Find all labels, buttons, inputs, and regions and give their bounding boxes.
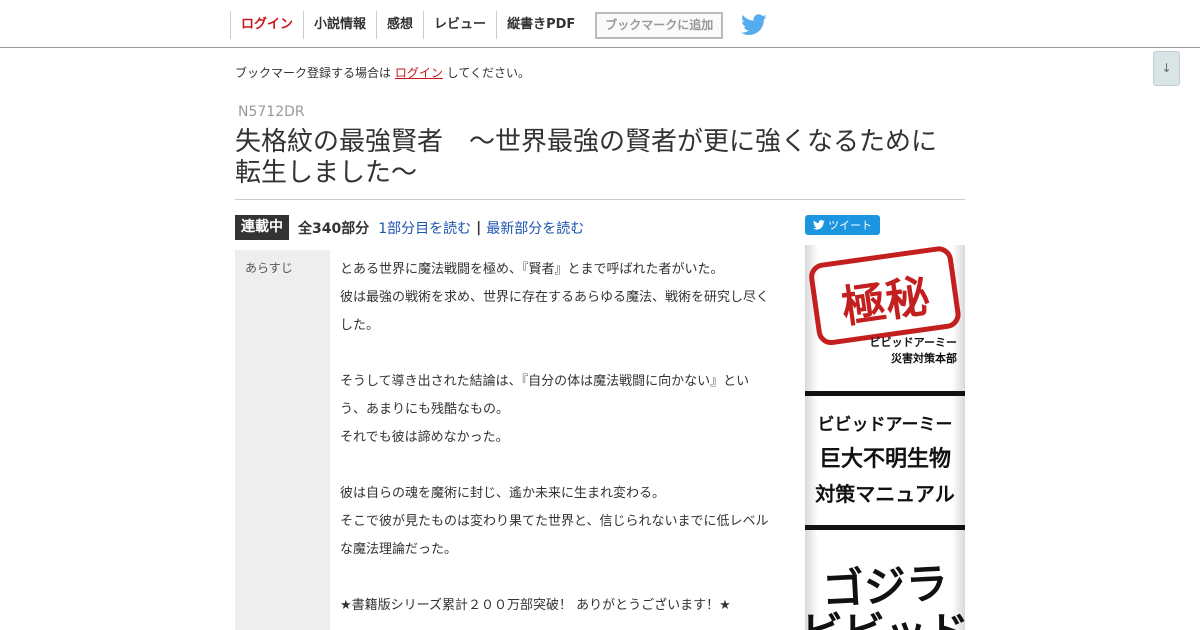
- bookmark-add-button[interactable]: ブックマークに追加: [595, 11, 724, 39]
- nav-novel-info-link[interactable]: 小説情報: [303, 11, 376, 39]
- twitter-bird-icon[interactable]: [741, 14, 767, 36]
- nav-login-link[interactable]: ログイン: [230, 11, 303, 39]
- novel-info-bar: 連載中 全340部分 1部分目を読む | 最新部分を読む: [235, 215, 584, 240]
- ad-line-3: 対策マニュアル: [814, 482, 954, 506]
- scroll-down-button[interactable]: ↓: [1153, 51, 1180, 86]
- ad-line-5: ビビッド: [805, 608, 965, 630]
- advertisement-banner[interactable]: 極秘 ビビッドアーミー 災害対策本部 ビビッドアーミー 巨大不明生物 対策マニュ…: [805, 245, 965, 630]
- link-separator: |: [476, 219, 482, 236]
- tweet-button-label: ツイート: [828, 219, 872, 232]
- top-navigation-bar: ログイン 小説情報 感想 レビュー 縦書きPDF ブックマークに追加: [0, 0, 1200, 48]
- read-first-episode-link[interactable]: 1部分目を読む: [378, 218, 471, 238]
- summary-label: あらすじ: [235, 250, 330, 630]
- summary-text: とある世界に魔法戦闘を極め、『賢者』とまで呼ばれた者がいた。 彼は最強の戦術を求…: [340, 262, 770, 613]
- tweet-button[interactable]: ツイート: [805, 215, 880, 235]
- ad-line-1: ビビッドアーミー: [818, 415, 953, 435]
- main-nav: ログイン 小説情報 感想 レビュー 縦書きPDF ブックマークに追加: [230, 11, 767, 39]
- bookmark-notice-text-after: してください。: [446, 66, 530, 80]
- bookmark-login-notice: ブックマーク登録する場合は ログイン してください。: [235, 64, 530, 81]
- nav-impressions-link[interactable]: 感想: [376, 11, 423, 39]
- ad-line-4: ゴジラ: [821, 559, 949, 615]
- ad-artwork: 極秘 ビビッドアーミー 災害対策本部 ビビッドアーミー 巨大不明生物 対策マニュ…: [805, 245, 965, 630]
- ad-line-2: 巨大不明生物: [819, 446, 951, 472]
- read-latest-episode-link[interactable]: 最新部分を読む: [486, 218, 584, 238]
- novel-code: N5712DR: [238, 104, 305, 120]
- novel-title: 失格紋の最強賢者 ～世界最強の賢者が更に強くなるために転生しました～: [235, 127, 938, 188]
- nav-review-link[interactable]: レビュー: [423, 11, 496, 39]
- twitter-bird-icon-svg: [741, 14, 767, 35]
- bookmark-notice-text-before: ブックマーク登録する場合は: [235, 66, 392, 80]
- bookmark-notice-login-link[interactable]: ログイン: [395, 66, 443, 80]
- title-divider: [235, 199, 965, 200]
- serialization-status-badge: 連載中: [235, 215, 289, 240]
- ad-stamp-subtitle-2: 災害対策本部: [890, 351, 957, 365]
- ad-stamp-subtitle-1: ビビッドアーミー: [870, 335, 957, 349]
- nav-vertical-pdf-link[interactable]: 縦書きPDF: [496, 11, 585, 39]
- tweet-bird-icon: [813, 220, 825, 230]
- episode-count: 全340部分: [298, 220, 370, 237]
